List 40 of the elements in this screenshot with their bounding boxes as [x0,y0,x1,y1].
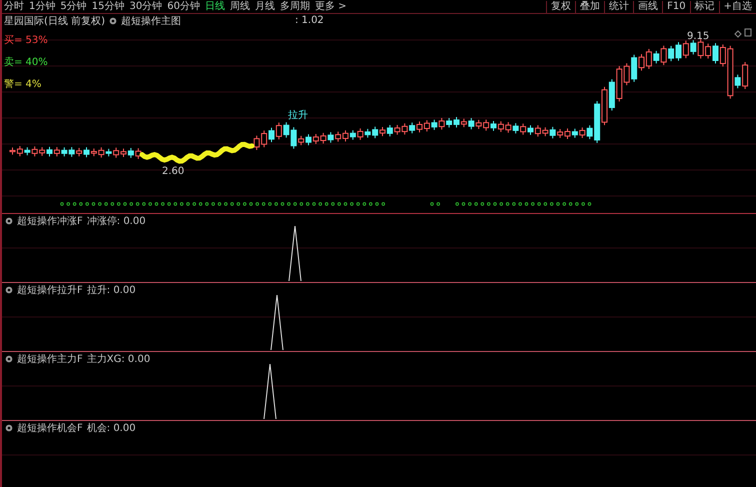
period-tab[interactable]: 15分钟 [92,0,124,12]
indicator-value: : 1.02 [294,15,324,26]
indicator-value: 机会: 0.00 [86,422,136,434]
spike-line [288,226,302,282]
period-tab[interactable]: 日线 [204,0,225,12]
window-icon[interactable] [744,28,752,36]
toolbar-button[interactable]: 统计 [604,0,634,12]
toolbar-button[interactable]: 叠加 [575,0,604,12]
period-tab[interactable]: 分时 [4,0,24,12]
chart-annotation: 2.60 [162,166,184,177]
toolbar-button[interactable]: F10 [662,0,690,12]
indicator-name: 超短操作机会F [17,422,83,434]
period-tab[interactable]: 5分钟 [60,0,87,12]
signal-stat: 买= 53% [4,34,48,47]
period-tab[interactable]: 多周期 [280,0,310,12]
indicator-value: 主力XG: 0.00 [86,352,150,366]
period-tab[interactable]: 更多 > [314,0,347,12]
stock-title: 星园国际(日线 前复权) [4,14,105,28]
indicator-value: 拉升: 0.00 [86,284,136,296]
chart-annotation: 拉升 [288,110,308,121]
toolbar-button[interactable]: 复权 [546,0,576,12]
toolbar-button[interactable]: 标记 [690,0,719,12]
spike-line [270,294,284,350]
toolbar-button[interactable]: 画线 [633,0,662,12]
period-tab[interactable]: 1分钟 [29,0,56,12]
chart-annotation: 9.15 [687,31,710,42]
indicator-name: 超短操作拉升F [17,284,83,296]
period-tab[interactable]: 60分钟 [167,0,200,12]
indicator-name: 超短操作主图 [120,14,181,28]
period-tab[interactable]: 周线 [230,0,250,12]
indicator-value: 冲涨停: 0.00 [86,214,146,228]
period-tab[interactable]: 30分钟 [129,0,162,12]
signal-stat: 警= 4% [4,78,42,91]
indicator-name: 超短操作主力F [17,352,83,366]
spike-line [264,364,276,420]
signal-stat: 卖= 40% [4,56,48,69]
toolbar-button[interactable]: +自选 [718,0,756,12]
indicator-name: 超短操作冲涨F [17,214,83,228]
period-tab[interactable]: 月线 [254,0,275,12]
diamond-icon[interactable] [734,30,742,38]
